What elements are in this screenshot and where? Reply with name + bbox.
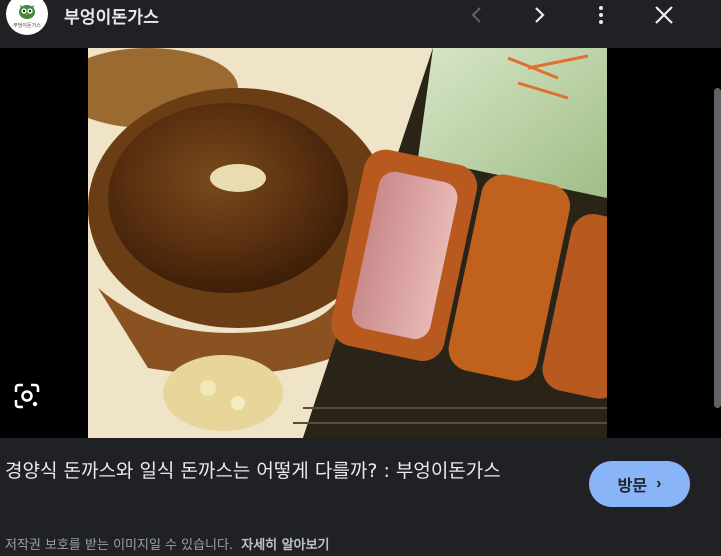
image-preview bbox=[0, 48, 721, 438]
scrollbar-thumb[interactable] bbox=[714, 88, 721, 408]
learn-more-link[interactable]: 자세히 알아보기 bbox=[241, 538, 329, 553]
visit-button[interactable]: 방문 › bbox=[589, 461, 690, 507]
owl-logo-icon bbox=[19, 5, 35, 19]
google-lens-icon[interactable] bbox=[12, 381, 42, 411]
tonkatsu-photo[interactable] bbox=[88, 48, 607, 438]
image-info-panel: 경양식 돈까스와 일식 돈까스는 어떻게 다를까? : 부엉이돈가스 방문 › … bbox=[0, 438, 721, 556]
chevron-right-icon[interactable] bbox=[527, 3, 551, 27]
visit-button-label: 방문 bbox=[617, 478, 648, 495]
copyright-text: 저작권 보호를 받는 이미지일 수 있습니다. bbox=[5, 538, 234, 553]
logo-text: 부엉이돈가스 bbox=[13, 23, 41, 29]
copyright-notice: 저작권 보호를 받는 이미지일 수 있습니다. 자세히 알아보기 bbox=[5, 534, 330, 553]
site-logo[interactable]: 부엉이돈가스 bbox=[6, 0, 48, 35]
image-title-link[interactable]: 경양식 돈까스와 일식 돈까스는 어떻게 다를까? : 부엉이돈가스 bbox=[5, 456, 575, 486]
chevron-left-icon[interactable] bbox=[465, 3, 489, 27]
chevron-right-icon: › bbox=[656, 475, 662, 492]
viewer-header: 부엉이돈가스 부엉이돈가스 bbox=[0, 0, 721, 48]
more-vert-icon[interactable] bbox=[589, 3, 613, 27]
site-name[interactable]: 부엉이돈가스 bbox=[64, 3, 159, 28]
close-icon[interactable] bbox=[652, 3, 676, 27]
